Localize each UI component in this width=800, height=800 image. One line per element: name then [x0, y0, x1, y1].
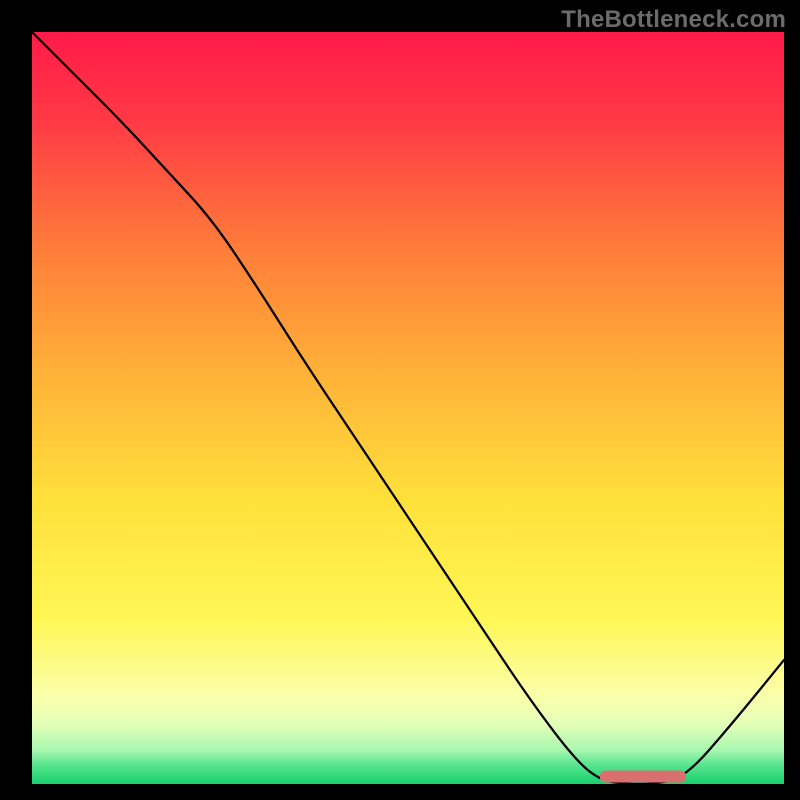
curve-layer — [32, 32, 784, 784]
optimal-marker — [600, 770, 686, 782]
bottleneck-curve — [32, 32, 784, 784]
plot-area — [32, 32, 784, 784]
chart-frame: TheBottleneck.com — [0, 0, 800, 800]
watermark-label: TheBottleneck.com — [561, 6, 786, 34]
